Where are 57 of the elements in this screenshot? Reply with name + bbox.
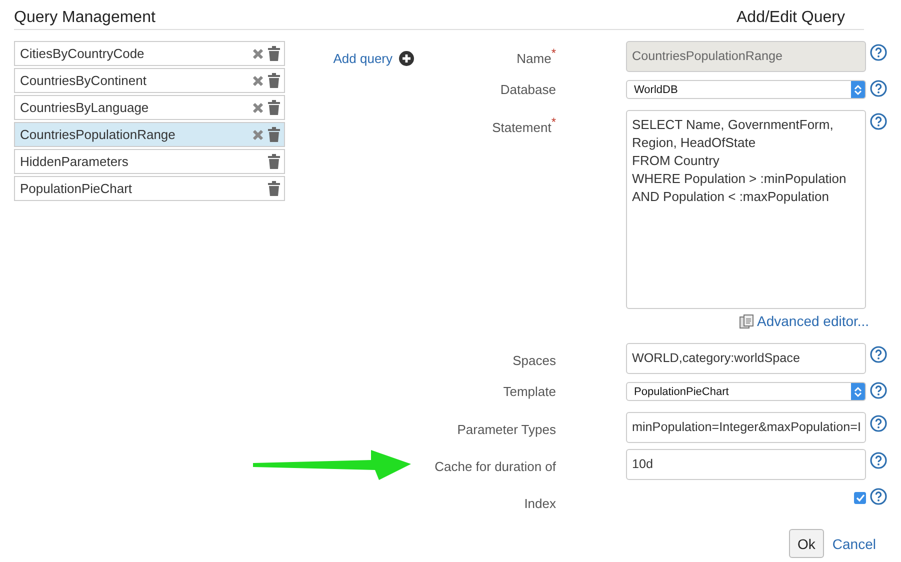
- field-label: Template: [503, 384, 556, 399]
- query-list-item[interactable]: CitiesByCountryCode: [14, 41, 286, 66]
- chevron-icon: [851, 81, 865, 98]
- clear-icon[interactable]: [252, 102, 264, 114]
- required-mark: *: [551, 115, 556, 129]
- plus-icon[interactable]: [398, 51, 414, 66]
- select-dropdown[interactable]: WorldDB: [626, 80, 866, 99]
- trash-icon[interactable]: [268, 73, 280, 88]
- trash-icon[interactable]: [268, 100, 280, 115]
- query-list-item[interactable]: CountriesByLanguage: [14, 95, 286, 120]
- query-name: CountriesByContinent: [20, 73, 146, 88]
- clear-icon[interactable]: [252, 48, 264, 60]
- query-name: HiddenParameters: [20, 154, 128, 169]
- help-icon[interactable]: [870, 113, 887, 130]
- required-mark: *: [551, 46, 556, 62]
- advanced-editor-link[interactable]: Advanced editor...: [739, 313, 870, 329]
- help-icon[interactable]: [870, 44, 887, 61]
- documents-icon: [739, 314, 754, 328]
- field-label: Database: [500, 82, 556, 97]
- input-field[interactable]: 10d: [626, 449, 866, 480]
- help-icon[interactable]: [870, 80, 887, 97]
- field-label: Parameter Types: [457, 422, 556, 437]
- trash-icon[interactable]: [268, 127, 280, 142]
- query-name: PopulationPieChart: [20, 181, 132, 196]
- query-list-item[interactable]: HiddenParameters: [14, 149, 286, 174]
- help-icon[interactable]: [870, 382, 887, 399]
- input-field[interactable]: minPopulation=Integer&maxPopulation=I: [626, 412, 866, 443]
- input-field[interactable]: WORLD,category:worldSpace: [626, 343, 866, 374]
- query-list-item[interactable]: CountriesByContinent: [14, 68, 286, 93]
- clear-icon[interactable]: [252, 74, 264, 86]
- query-name: CountriesPopulationRange: [20, 127, 176, 142]
- field-label: Statement: [492, 120, 552, 135]
- trash-icon[interactable]: [268, 181, 280, 196]
- section-title: Query Management: [14, 9, 156, 28]
- help-icon[interactable]: [870, 452, 887, 469]
- add-query-link[interactable]: Add query: [333, 51, 414, 66]
- field-label: Spaces: [512, 353, 556, 368]
- chevron-icon: [851, 383, 865, 400]
- statement-field[interactable]: SELECT Name, GovernmentForm, Region, HeadOfState FROM Country WHERE Population > :minPopulation AND Population < :maxPopulation: [626, 110, 866, 309]
- trash-icon[interactable]: [268, 154, 280, 169]
- query-list-item[interactable]: CountriesPopulationRange: [14, 122, 286, 147]
- section-title: Add/Edit Query: [736, 9, 845, 28]
- clear-icon[interactable]: [252, 128, 264, 140]
- help-icon[interactable]: [870, 415, 887, 432]
- help-icon[interactable]: [870, 488, 887, 505]
- help-icon[interactable]: [870, 346, 887, 363]
- ok-button[interactable]: Ok: [788, 529, 824, 558]
- cancel-link[interactable]: Cancel: [832, 536, 876, 552]
- index-checkbox[interactable]: [854, 492, 866, 504]
- query-list-item[interactable]: PopulationPieChart: [14, 176, 286, 201]
- query-name: CitiesByCountryCode: [20, 46, 144, 61]
- query-name: CountriesByLanguage: [20, 100, 149, 115]
- select-dropdown[interactable]: PopulationPieChart: [626, 382, 866, 401]
- field-label: Cache for duration of: [434, 459, 556, 474]
- trash-icon[interactable]: [268, 46, 280, 61]
- field-label: Name: [516, 51, 552, 66]
- field-label: Index: [524, 496, 556, 511]
